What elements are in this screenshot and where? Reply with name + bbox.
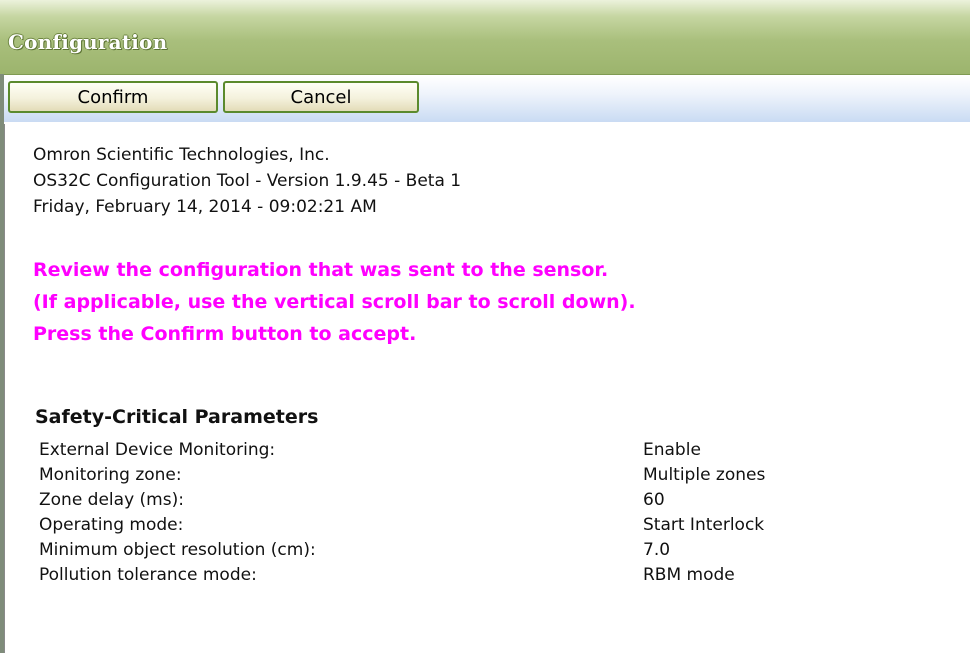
notice-line-3: Press the Confirm button to accept. <box>33 323 417 345</box>
tool-version: OS32C Configuration Tool - Version 1.9.4… <box>33 171 462 191</box>
report-datetime: Friday, February 14, 2014 - 09:02:21 AM <box>33 197 377 217</box>
param-value: 7.0 <box>643 540 671 560</box>
param-label: Operating mode: <box>39 515 184 535</box>
notice-line-2: (If applicable, use the vertical scroll … <box>33 291 636 313</box>
param-row: Monitoring zone: Multiple zones <box>39 465 939 490</box>
param-value: RBM mode <box>643 565 735 585</box>
parameter-list: External Device Monitoring: Enable Monit… <box>39 440 939 590</box>
report-header: Omron Scientific Technologies, Inc. OS32… <box>33 142 461 220</box>
company-name: Omron Scientific Technologies, Inc. <box>33 145 330 165</box>
window-title: Configuration <box>8 30 168 54</box>
param-label: Minimum object resolution (cm): <box>39 540 316 560</box>
param-value: Multiple zones <box>643 465 766 485</box>
toolbar: Confirm Cancel <box>4 76 970 122</box>
param-value: Start Interlock <box>643 515 765 535</box>
param-label: External Device Monitoring: <box>39 440 276 460</box>
param-value: Enable <box>643 440 701 460</box>
param-row: Minimum object resolution (cm): 7.0 <box>39 540 939 565</box>
param-row: Operating mode: Start Interlock <box>39 515 939 540</box>
param-row: Zone delay (ms): 60 <box>39 490 939 515</box>
param-label: Monitoring zone: <box>39 465 182 485</box>
notice-line-1: Review the configuration that was sent t… <box>33 259 609 281</box>
param-value: 60 <box>643 490 665 510</box>
cancel-button[interactable]: Cancel <box>223 81 419 113</box>
section-title: Safety-Critical Parameters <box>35 406 319 428</box>
confirm-button[interactable]: Confirm <box>8 81 218 113</box>
title-bar: Configuration <box>0 0 970 75</box>
param-label: Zone delay (ms): <box>39 490 184 510</box>
configuration-window: Configuration Confirm Cancel Omron Scien… <box>0 0 970 653</box>
param-row: External Device Monitoring: Enable <box>39 440 939 465</box>
report-panel: Omron Scientific Technologies, Inc. OS32… <box>4 124 970 653</box>
param-row: Pollution tolerance mode: RBM mode <box>39 565 939 590</box>
param-label: Pollution tolerance mode: <box>39 565 257 585</box>
review-notice: Review the configuration that was sent t… <box>33 254 636 350</box>
